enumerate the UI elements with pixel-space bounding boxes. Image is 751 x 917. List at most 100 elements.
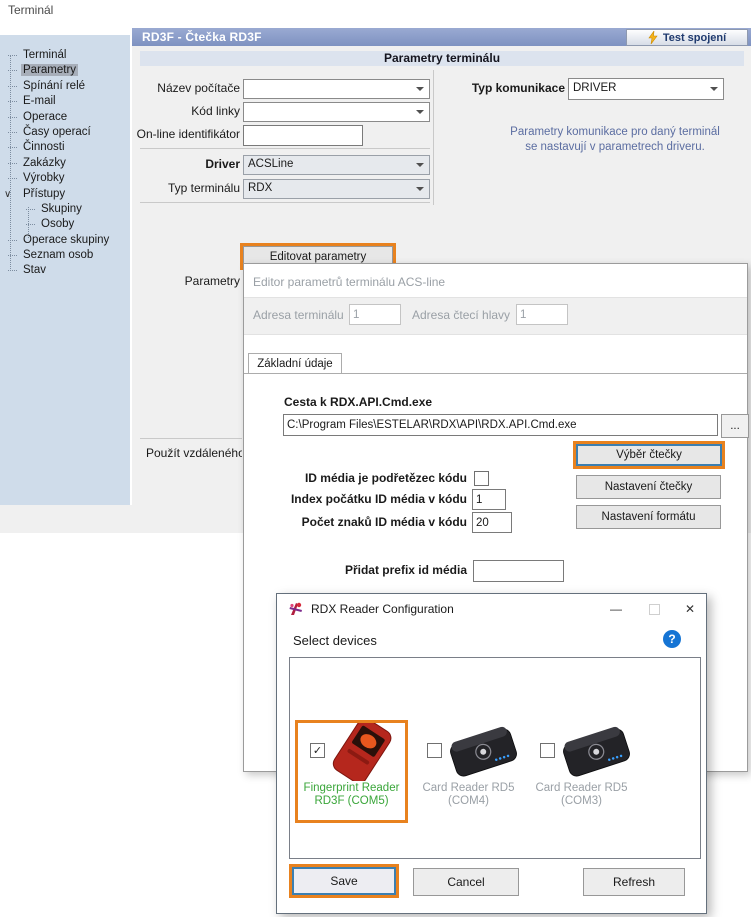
driver-combo[interactable]: ACSLine — [243, 155, 430, 175]
sidebar-item-operace-skupiny[interactable]: Operace skupiny — [0, 233, 130, 248]
id-media-char-count-label: Počet znaků ID média v kódu — [302, 515, 467, 529]
chevron-down-icon — [416, 187, 424, 191]
line-code-label: Kód linky — [191, 104, 240, 118]
device-tile-card-rd5-com4[interactable]: Card Reader RD5 (COM4) — [415, 723, 522, 820]
head-address-label: Adresa čtecí hlavy — [412, 308, 510, 322]
device-name: Card Reader RD5 — [415, 782, 522, 795]
device-listbox: ✓ Fingerprint Reader RD3F (COM5) — [289, 657, 701, 859]
device-tile-card-rd5-com3[interactable]: Card Reader RD5 (COM3) — [528, 723, 635, 820]
sidebar-item-operace[interactable]: Operace — [0, 110, 130, 125]
test-connection-label: Test spojení — [663, 32, 726, 44]
section-title: Parametry terminálu — [384, 51, 500, 65]
id-media-substring-label: ID média je podřetězec kódu — [305, 471, 467, 485]
save-button-highlight: Save — [289, 864, 399, 898]
id-media-substring-checkbox[interactable] — [474, 471, 489, 486]
driver-info-line2: se nastavují v parametrech driveru. — [490, 141, 740, 153]
record-title: RD3F - Čtečka RD3F — [142, 30, 262, 44]
device-tile-fingerprint-rd3f[interactable]: ✓ Fingerprint Reader RD3F (COM5) — [295, 720, 408, 823]
sidebar-item-skupiny[interactable]: Skupiny — [0, 202, 130, 217]
sidebar-item-vyrobky[interactable]: Výrobky — [0, 171, 130, 186]
chevron-down-icon[interactable]: ∨ — [4, 187, 11, 202]
rdx-title-bar: RDX Reader Configuration — ✕ — [277, 594, 706, 624]
record-header-bar: RD3F - Čtečka RD3F Test spojení — [132, 28, 751, 46]
sidebar-item-cinnosti[interactable]: Činnosti — [0, 140, 130, 155]
line-code-combo[interactable] — [243, 102, 430, 122]
cancel-button[interactable]: Cancel — [413, 868, 519, 896]
terminal-address-input[interactable]: 1 — [349, 304, 401, 325]
lightning-icon — [648, 31, 658, 44]
id-media-start-index-label: Index počátku ID média v kódu — [291, 492, 467, 506]
communication-type-combo[interactable]: DRIVER — [568, 78, 724, 100]
section-title-bar: Parametry terminálu — [140, 51, 744, 66]
card-reader-image — [558, 723, 634, 779]
editor-dialog-title: Editor parametrů terminálu ACS-line — [253, 275, 445, 289]
card-reader-image — [445, 723, 521, 779]
select-reader-highlight: Výběr čtečky — [573, 441, 725, 469]
exe-path-input[interactable]: C:\Program Files\ESTELAR\RDX\API\RDX.API… — [283, 414, 718, 436]
sidebar-item-spinani-rele[interactable]: Spínání relé — [0, 79, 130, 94]
sidebar-item-terminal[interactable]: Terminál — [0, 48, 130, 63]
prefix-input[interactable] — [473, 560, 564, 582]
chevron-down-icon — [416, 163, 424, 167]
sidebar-item-osoby[interactable]: Osoby — [0, 217, 130, 232]
sidebar-item-stav[interactable]: Stav — [0, 263, 130, 278]
rdx-dialog-title: RDX Reader Configuration — [311, 602, 454, 616]
communication-type-label: Typ komunikace — [472, 81, 565, 95]
address-band: Adresa terminálu 1 Adresa čtecí hlavy 1 — [244, 297, 747, 335]
sidebar-tree: Terminál Parametry Spínání relé E-mail O… — [0, 35, 130, 505]
rdx-reader-dialog: RDX Reader Configuration — ✕ Select devi… — [276, 593, 707, 914]
device-checkbox[interactable] — [540, 743, 555, 758]
close-icon[interactable]: ✕ — [671, 594, 709, 624]
driver-info-line1: Parametry komunikace pro daný terminál — [490, 126, 740, 138]
terminal-type-combo[interactable]: RDX — [243, 179, 430, 199]
device-checkbox[interactable]: ✓ — [310, 743, 325, 758]
device-port: RD3F (COM5) — [298, 795, 405, 808]
terminal-type-label: Typ terminálu — [168, 181, 240, 195]
menu-terminal[interactable]: Terminál — [8, 3, 53, 17]
computer-name-label: Název počítače — [157, 81, 240, 95]
device-checkbox[interactable] — [427, 743, 442, 758]
test-connection-button[interactable]: Test spojení — [626, 29, 748, 46]
online-id-input[interactable] — [243, 125, 363, 146]
parameters-label: Parametry — [185, 274, 240, 288]
tab-strip-line — [244, 373, 747, 374]
device-port: (COM4) — [415, 795, 522, 808]
prefix-label: Přidat prefix id média — [345, 563, 467, 577]
chevron-down-icon — [416, 110, 424, 114]
device-name: Fingerprint Reader — [298, 782, 405, 795]
reader-settings-button[interactable]: Nastavení čtečky — [576, 475, 721, 499]
refresh-button[interactable]: Refresh — [583, 868, 685, 896]
fingerprint-reader-image — [328, 723, 396, 781]
head-address-input[interactable]: 1 — [516, 304, 568, 325]
select-devices-label: Select devices — [293, 633, 377, 648]
app-window: Terminál Terminál Parametry Spínání relé… — [0, 0, 751, 917]
device-name: Card Reader RD5 — [528, 782, 635, 795]
divider — [140, 148, 430, 149]
maximize-icon[interactable] — [635, 594, 673, 624]
menu-bar: Terminál — [0, 0, 751, 20]
id-media-start-index-input[interactable]: 1 — [472, 489, 506, 510]
tab-zakladni-udaje[interactable]: Základní údaje — [248, 353, 342, 374]
format-settings-button[interactable]: Nastavení formátu — [576, 505, 721, 529]
divider — [140, 438, 242, 439]
sidebar-item-casy-operaci[interactable]: Časy operací — [0, 125, 130, 140]
computer-name-combo[interactable] — [243, 79, 430, 99]
id-media-char-count-input[interactable]: 20 — [472, 512, 512, 533]
sidebar-item-email[interactable]: E-mail — [0, 94, 130, 109]
chevron-down-icon — [416, 87, 424, 91]
online-id-label: On-line identifikátor — [137, 127, 240, 141]
save-button[interactable]: Save — [292, 867, 396, 895]
select-reader-button[interactable]: Výběr čtečky — [576, 444, 722, 466]
minimize-icon[interactable]: — — [597, 594, 635, 624]
sidebar-item-parametry[interactable]: Parametry — [0, 63, 130, 78]
rdx-app-icon — [288, 601, 304, 617]
sidebar-item-zakazky[interactable]: Zakázky — [0, 156, 130, 171]
exe-path-label: Cesta k RDX.API.Cmd.exe — [284, 395, 432, 409]
browse-path-button[interactable]: ... — [721, 414, 749, 438]
sidebar-item-pristupy[interactable]: ∨Přístupy — [0, 187, 130, 202]
sidebar-item-seznam-osob[interactable]: Seznam osob — [0, 248, 130, 263]
device-port: (COM3) — [528, 795, 635, 808]
chevron-down-icon — [710, 87, 718, 91]
terminal-address-label: Adresa terminálu — [253, 308, 344, 322]
help-icon[interactable]: ? — [663, 630, 681, 648]
